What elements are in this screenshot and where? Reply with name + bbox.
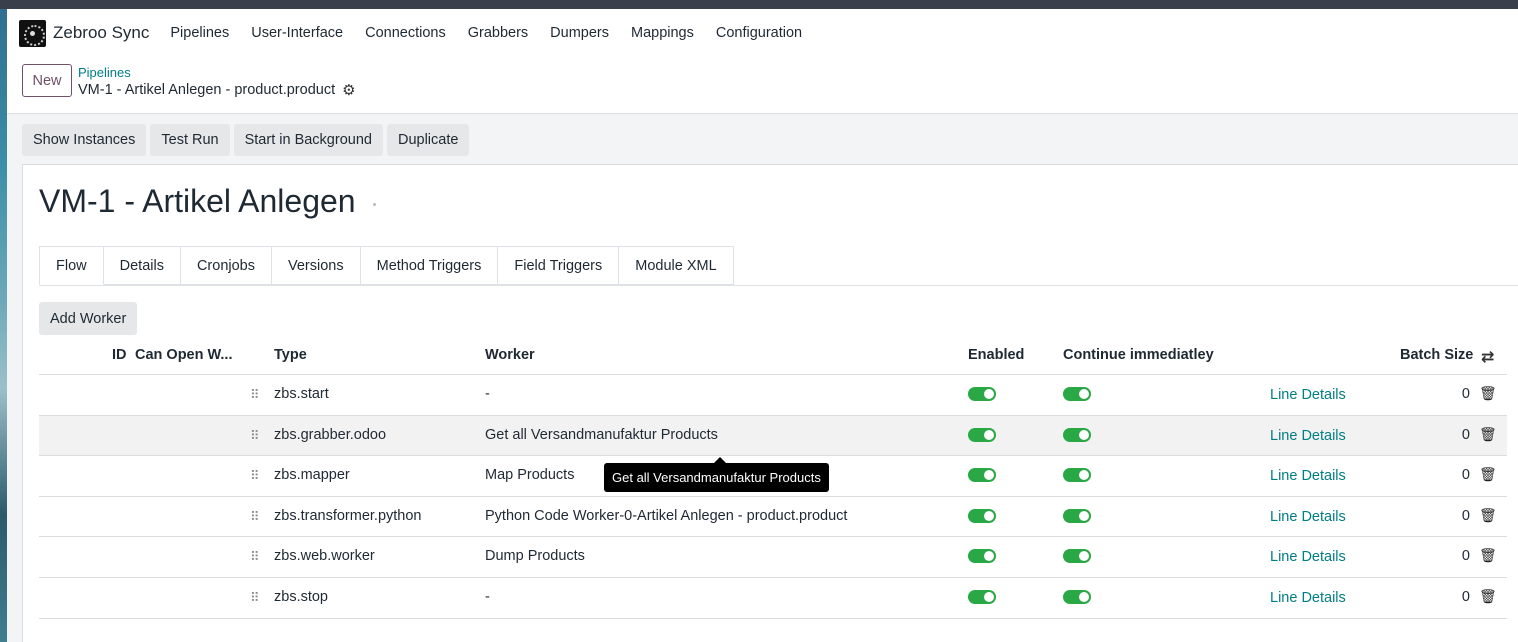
duplicate-button[interactable]: Duplicate bbox=[386, 124, 470, 156]
trash-icon[interactable]: 🗑 bbox=[1479, 426, 1497, 443]
line-details-link[interactable]: Line Details bbox=[1270, 387, 1346, 403]
drag-handle-icon[interactable]: ⠿ bbox=[250, 549, 259, 565]
tab-details[interactable]: Details bbox=[103, 246, 181, 285]
row-batch-size: 0 bbox=[1461, 467, 1470, 484]
top-navbar: Zebroo Sync Pipelines User-Interface Con… bbox=[7, 9, 1518, 57]
worker-tooltip: Get all Versandmanufaktur Products bbox=[604, 457, 829, 492]
nav-item-dumpers[interactable]: Dumpers bbox=[550, 25, 609, 41]
trash-icon[interactable]: 🗑 bbox=[1479, 466, 1497, 483]
row-batch-size: 0 bbox=[1461, 507, 1470, 524]
row-type: zbs.grabber.odoo bbox=[274, 426, 387, 443]
test-run-button[interactable]: Test Run bbox=[150, 124, 230, 156]
enabled-toggle[interactable] bbox=[968, 508, 996, 523]
tab-field-triggers[interactable]: Field Triggers bbox=[498, 246, 620, 285]
tab-cronjobs[interactable]: Cronjobs bbox=[180, 246, 272, 285]
column-header-worker[interactable]: Worker bbox=[485, 347, 535, 363]
row-batch-size: 0 bbox=[1461, 588, 1470, 605]
line-details-link[interactable]: Line Details bbox=[1270, 509, 1346, 525]
tab-module-xml[interactable]: Module XML bbox=[619, 246, 734, 285]
table-header: ID Can Open W... Type Worker Enabled Con… bbox=[39, 335, 1507, 375]
column-settings-icon[interactable]: ⇄ bbox=[1481, 347, 1494, 367]
enabled-toggle[interactable] bbox=[968, 387, 996, 401]
record-title[interactable]: VM-1 - Artikel Anlegen bbox=[39, 183, 356, 220]
notebook-tabs: Flow Details Cronjobs Versions Method Tr… bbox=[39, 246, 734, 285]
continue-toggle[interactable] bbox=[1063, 468, 1091, 483]
drag-handle-icon[interactable]: ⠿ bbox=[250, 590, 259, 606]
row-worker: Map Products bbox=[485, 467, 575, 484]
column-header-batch-size[interactable]: Batch Size bbox=[1400, 347, 1473, 363]
row-type: zbs.web.worker bbox=[274, 548, 375, 565]
column-header-enabled[interactable]: Enabled bbox=[968, 347, 1024, 363]
table-row[interactable]: ⠿ zbs.web.worker Dump Products Line Deta… bbox=[39, 537, 1507, 578]
row-worker: Get all Versandmanufaktur Products bbox=[485, 426, 718, 443]
continue-toggle[interactable] bbox=[1063, 387, 1091, 401]
column-header-continue[interactable]: Continue immediatley bbox=[1063, 347, 1214, 363]
column-header-id[interactable]: ID bbox=[112, 347, 127, 363]
row-worker: - bbox=[485, 588, 490, 605]
drag-handle-icon[interactable]: ⠿ bbox=[250, 428, 259, 444]
trash-icon[interactable]: 🗑 bbox=[1479, 547, 1497, 564]
tab-versions[interactable]: Versions bbox=[271, 246, 361, 285]
row-worker: Python Code Worker-0-Artikel Anlegen - p… bbox=[485, 507, 848, 524]
row-worker: Dump Products bbox=[485, 548, 585, 565]
trash-icon[interactable]: 🗑 bbox=[1479, 588, 1497, 605]
nav-item-mappings[interactable]: Mappings bbox=[631, 25, 694, 41]
control-panel: New Pipelines VM-1 - Artikel Anlegen - p… bbox=[7, 57, 1518, 114]
nav-item-grabbers[interactable]: Grabbers bbox=[468, 25, 528, 41]
continue-toggle[interactable] bbox=[1063, 549, 1091, 564]
column-header-type[interactable]: Type bbox=[274, 347, 307, 363]
desktop-background bbox=[0, 9, 7, 642]
line-details-link[interactable]: Line Details bbox=[1270, 428, 1346, 444]
app-logo-icon[interactable] bbox=[19, 19, 46, 47]
enabled-toggle[interactable] bbox=[968, 589, 996, 604]
enabled-toggle[interactable] bbox=[968, 468, 996, 483]
enabled-toggle[interactable] bbox=[968, 427, 996, 442]
show-instances-button[interactable]: Show Instances bbox=[22, 124, 147, 156]
line-details-link[interactable]: Line Details bbox=[1270, 549, 1346, 565]
tab-method-triggers[interactable]: Method Triggers bbox=[360, 246, 499, 285]
line-details-link[interactable]: Line Details bbox=[1270, 590, 1346, 606]
continue-toggle[interactable] bbox=[1063, 589, 1091, 604]
trash-icon[interactable]: 🗑 bbox=[1479, 507, 1497, 524]
tab-divider bbox=[39, 285, 1518, 286]
table-row[interactable]: ⠿ zbs.transformer.python Python Code Wor… bbox=[39, 497, 1507, 538]
breadcrumb-current: VM-1 - Artikel Anlegen - product.product… bbox=[78, 81, 356, 99]
table-row[interactable]: ⠿ zbs.grabber.odoo Get all Versandmanufa… bbox=[39, 415, 1507, 457]
form-sheet: VM-1 - Artikel Anlegen Flow Details Cron… bbox=[22, 164, 1518, 642]
row-type: zbs.transformer.python bbox=[274, 507, 422, 524]
window-top-strip bbox=[0, 0, 1518, 9]
row-batch-size: 0 bbox=[1461, 548, 1470, 565]
tab-flow[interactable]: Flow bbox=[39, 246, 104, 285]
drag-handle-icon[interactable]: ⠿ bbox=[250, 387, 259, 403]
drag-handle-icon[interactable]: ⠿ bbox=[250, 509, 259, 525]
row-type: zbs.mapper bbox=[274, 467, 350, 484]
row-type: zbs.stop bbox=[274, 588, 328, 605]
nav-item-connections[interactable]: Connections bbox=[365, 25, 446, 41]
gear-icon[interactable]: ⚙ bbox=[342, 81, 355, 99]
new-button[interactable]: New bbox=[22, 64, 72, 97]
row-batch-size: 0 bbox=[1461, 386, 1470, 402]
nav-item-pipelines[interactable]: Pipelines bbox=[170, 25, 229, 41]
row-batch-size: 0 bbox=[1461, 426, 1470, 443]
table-row[interactable]: ⠿ zbs.start - Line Details 0 🗑 bbox=[39, 375, 1507, 416]
action-bar: Show Instances Test Run Start in Backgro… bbox=[22, 124, 470, 156]
column-header-can-open[interactable]: Can Open W... bbox=[135, 347, 232, 363]
row-type: zbs.start bbox=[274, 386, 329, 402]
start-in-background-button[interactable]: Start in Background bbox=[233, 124, 383, 156]
table-row[interactable]: ⠿ zbs.stop - Line Details 0 🗑 bbox=[39, 578, 1507, 619]
enabled-toggle[interactable] bbox=[968, 549, 996, 564]
row-worker: - bbox=[485, 386, 490, 402]
breadcrumb-pipelines[interactable]: Pipelines bbox=[78, 65, 131, 80]
add-worker-button[interactable]: Add Worker bbox=[39, 302, 138, 335]
app-brand[interactable]: Zebroo Sync bbox=[53, 23, 149, 43]
nav-item-configuration[interactable]: Configuration bbox=[716, 25, 802, 41]
title-cursor-mark bbox=[373, 203, 376, 206]
nav-item-user-interface[interactable]: User-Interface bbox=[251, 25, 343, 41]
line-details-link[interactable]: Line Details bbox=[1270, 468, 1346, 484]
continue-toggle[interactable] bbox=[1063, 427, 1091, 442]
trash-icon[interactable]: 🗑 bbox=[1479, 385, 1497, 402]
breadcrumb-current-label: VM-1 - Artikel Anlegen - product.product bbox=[78, 82, 336, 98]
drag-handle-icon[interactable]: ⠿ bbox=[250, 468, 259, 484]
continue-toggle[interactable] bbox=[1063, 508, 1091, 523]
